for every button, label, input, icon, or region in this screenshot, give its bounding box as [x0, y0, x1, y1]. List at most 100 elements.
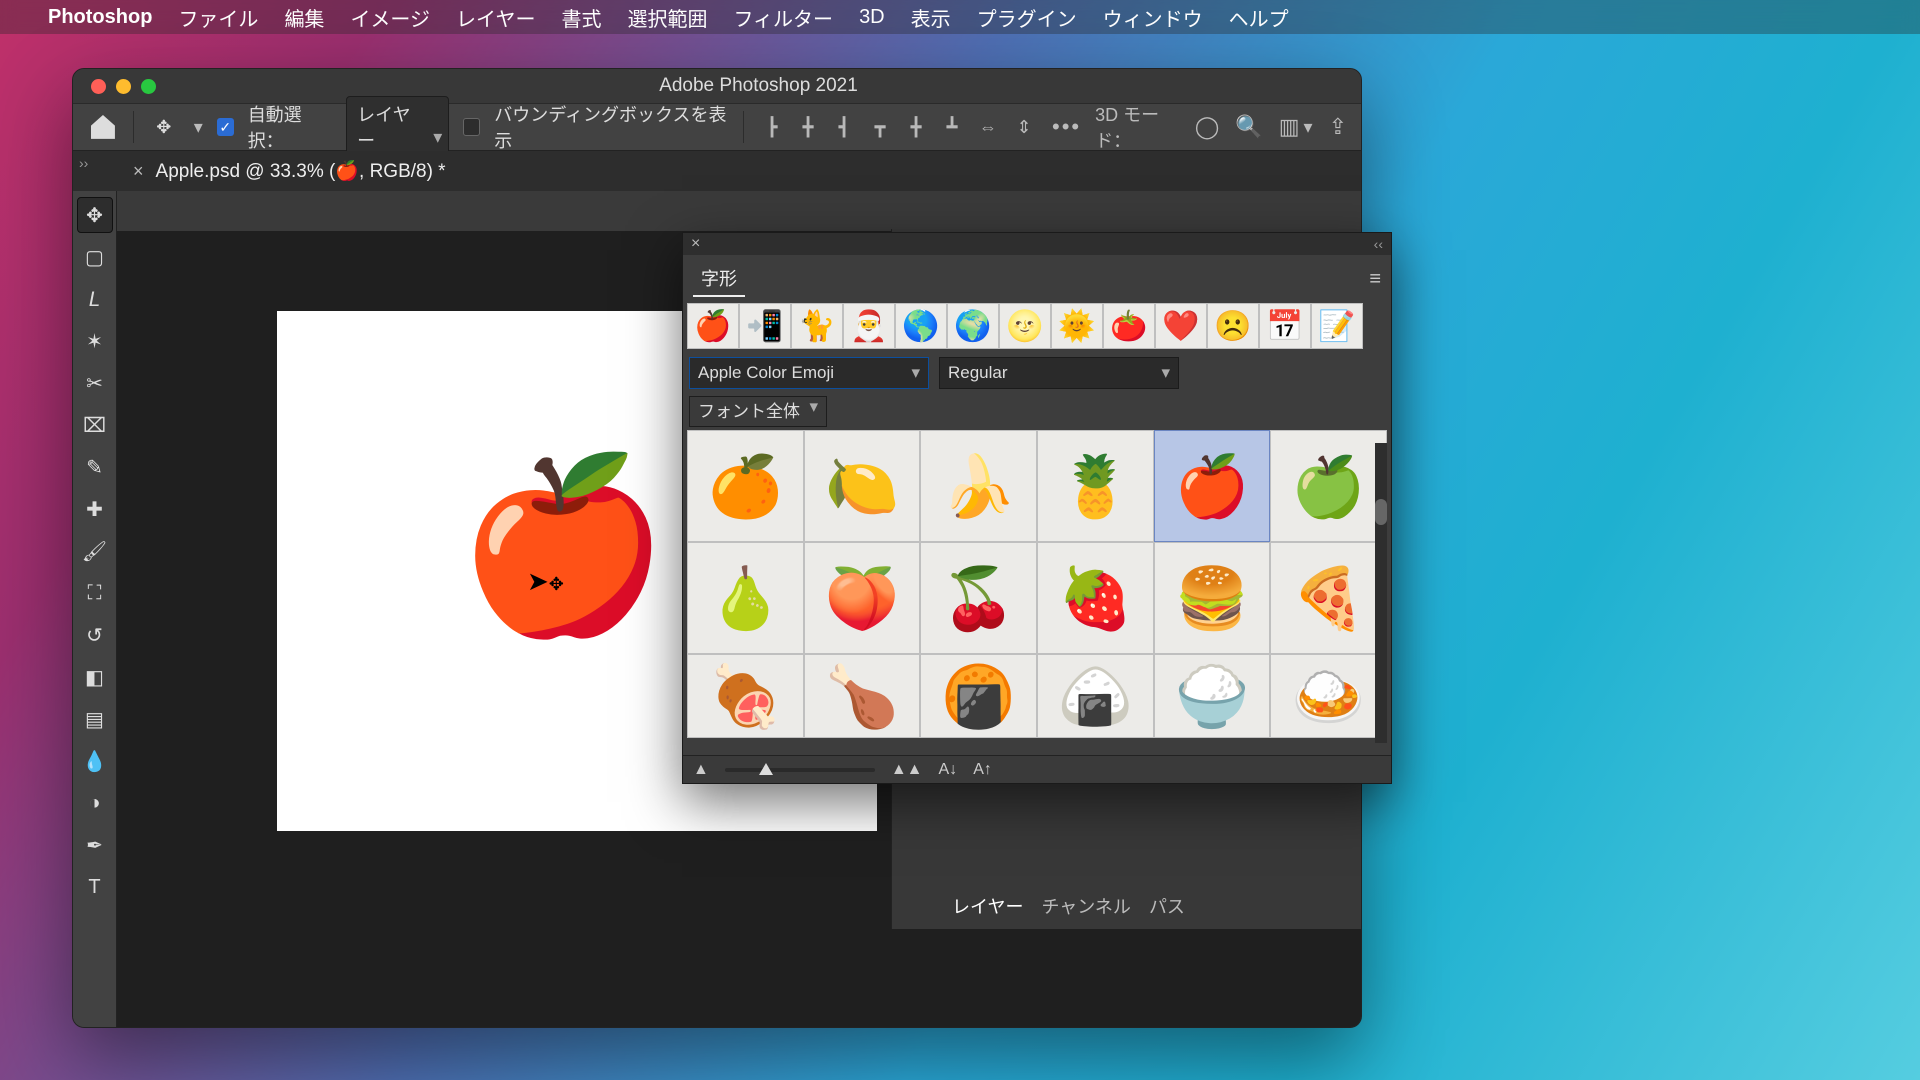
- auto-select-checkbox[interactable]: ✓: [217, 118, 234, 136]
- glyph-cell[interactable]: 🍓: [1037, 542, 1154, 654]
- canvas-artwork[interactable]: 🍎: [457, 461, 669, 631]
- distribute-v-icon[interactable]: ⇕: [1010, 113, 1038, 141]
- healing-tool[interactable]: ✚: [77, 491, 113, 527]
- menu-filter[interactable]: フィルター: [733, 3, 833, 32]
- recent-glyph[interactable]: 📝: [1311, 303, 1363, 349]
- recent-glyph[interactable]: ☹️: [1207, 303, 1259, 349]
- zoom-in-icon[interactable]: ▲▲: [891, 761, 923, 779]
- menu-help[interactable]: ヘルプ: [1229, 3, 1289, 32]
- recent-glyph[interactable]: 📅: [1259, 303, 1311, 349]
- align-hcenter-icon[interactable]: ╋: [794, 113, 822, 141]
- menu-3d[interactable]: 3D: [859, 6, 885, 29]
- gradient-tool[interactable]: ▤: [77, 701, 113, 737]
- collapse-left-icon[interactable]: ››: [79, 155, 88, 171]
- window-close-button[interactable]: [91, 79, 106, 94]
- glyph-cell[interactable]: 🍖: [687, 654, 804, 738]
- history-brush-tool[interactable]: ↺: [77, 617, 113, 653]
- orbit-3d-icon[interactable]: ◯: [1195, 114, 1220, 140]
- brush-tool[interactable]: 🖌: [77, 533, 113, 569]
- glyph-size-slider[interactable]: [725, 768, 875, 772]
- show-bbox-checkbox[interactable]: [463, 118, 480, 136]
- glyph-cell[interactable]: 🍔: [1154, 542, 1271, 654]
- menubar-app-name[interactable]: Photoshop: [48, 6, 152, 29]
- pen-tool[interactable]: ✒: [77, 827, 113, 863]
- menu-select[interactable]: 選択範囲: [627, 3, 707, 32]
- auto-select-target-select[interactable]: レイヤー: [346, 96, 449, 158]
- recent-glyph[interactable]: ❤️: [1155, 303, 1207, 349]
- dodge-tool[interactable]: ◑: [77, 785, 113, 821]
- menu-image[interactable]: イメージ: [350, 3, 430, 32]
- marquee-tool[interactable]: ▢: [77, 239, 113, 275]
- window-zoom-button[interactable]: [141, 79, 156, 94]
- font-subset-select[interactable]: フォント全体: [689, 396, 827, 427]
- tab-channels[interactable]: チャンネル: [1041, 893, 1130, 919]
- glyphs-tab-label[interactable]: 字形: [693, 261, 745, 297]
- glyph-cell[interactable]: 🍗: [804, 654, 921, 738]
- panel-collapse-icon[interactable]: ‹‹: [1374, 236, 1391, 252]
- menu-file[interactable]: ファイル: [178, 3, 258, 32]
- menu-view[interactable]: 表示: [911, 3, 951, 32]
- recent-glyph[interactable]: 🌝: [999, 303, 1051, 349]
- glyphs-panel-header[interactable]: × ‹‹: [683, 233, 1391, 255]
- align-bottom-icon[interactable]: ┻: [938, 113, 966, 141]
- glyph-cell[interactable]: 🍊: [687, 430, 804, 542]
- type-tool[interactable]: T: [77, 869, 113, 905]
- menu-edit[interactable]: 編集: [284, 3, 324, 32]
- move-tool-preset-icon[interactable]: ✥: [148, 110, 180, 144]
- glyph-cell[interactable]: 🍕: [1270, 542, 1387, 654]
- recent-glyph[interactable]: 🐈: [791, 303, 843, 349]
- glyphs-panel[interactable]: × ‹‹ 字形 ≡ 🍎📲🐈🎅🌎🌍🌝🌞🍅❤️☹️📅📝 Apple Color Em…: [682, 232, 1392, 784]
- recent-glyph[interactable]: 🍅: [1103, 303, 1155, 349]
- glyph-cell[interactable]: 🍌: [920, 430, 1037, 542]
- panel-close-icon[interactable]: ×: [683, 235, 708, 253]
- glyph-cell[interactable]: 🍎: [1154, 430, 1271, 542]
- recent-glyph[interactable]: 🌞: [1051, 303, 1103, 349]
- distribute-h-icon[interactable]: ⇔: [974, 113, 1002, 141]
- quick-select-tool[interactable]: ✶: [77, 323, 113, 359]
- window-titlebar[interactable]: Adobe Photoshop 2021: [73, 69, 1361, 103]
- recent-glyph[interactable]: 🍎: [687, 303, 739, 349]
- frame-tool[interactable]: ⌧: [77, 407, 113, 443]
- glyph-cell[interactable]: 🍙: [1037, 654, 1154, 738]
- menu-layer[interactable]: レイヤー: [456, 3, 535, 32]
- glyph-cell[interactable]: 🍐: [687, 542, 804, 654]
- glyph-cell[interactable]: 🍛: [1270, 654, 1387, 738]
- document-tab[interactable]: Apple.psd @ 33.3% (🍎, RGB/8) *: [156, 159, 446, 183]
- glyph-cell[interactable]: 🍘: [920, 654, 1037, 738]
- slider-knob[interactable]: [759, 763, 773, 775]
- workspace-icon[interactable]: ▥: [1279, 114, 1300, 140]
- stamp-tool[interactable]: ⛶: [77, 575, 113, 611]
- scale-up-icon[interactable]: A↑: [973, 761, 992, 779]
- blur-tool[interactable]: 💧: [77, 743, 113, 779]
- menu-plugins[interactable]: プラグイン: [977, 3, 1077, 32]
- recent-glyph[interactable]: 🎅: [843, 303, 895, 349]
- mac-menubar[interactable]: Photoshop ファイル 編集 イメージ レイヤー 書式 選択範囲 フィルタ…: [0, 0, 1920, 34]
- menu-type[interactable]: 書式: [561, 3, 601, 32]
- font-style-select[interactable]: Regular: [939, 357, 1179, 389]
- chevron-down-icon[interactable]: ▾: [1304, 117, 1313, 138]
- align-right-icon[interactable]: ┫: [830, 113, 858, 141]
- glyphs-scrollbar[interactable]: [1375, 443, 1387, 743]
- align-top-icon[interactable]: ┳: [866, 113, 894, 141]
- lasso-tool[interactable]: 𝘓: [77, 281, 113, 317]
- more-options-icon[interactable]: •••: [1052, 114, 1081, 140]
- glyph-cell[interactable]: 🍍: [1037, 430, 1154, 542]
- align-left-icon[interactable]: ┣: [758, 113, 786, 141]
- glyph-cell[interactable]: 🍑: [804, 542, 921, 654]
- panel-menu-icon[interactable]: ≡: [1369, 268, 1381, 291]
- recent-glyph[interactable]: 🌎: [895, 303, 947, 349]
- home-button[interactable]: [87, 110, 119, 144]
- glyph-cell[interactable]: 🍒: [920, 542, 1037, 654]
- move-tool[interactable]: ✥: [77, 197, 113, 233]
- recent-glyph[interactable]: 📲: [739, 303, 791, 349]
- window-minimize-button[interactable]: [116, 79, 131, 94]
- align-vcenter-icon[interactable]: ╋: [902, 113, 930, 141]
- zoom-out-icon[interactable]: ▲: [693, 761, 709, 779]
- search-icon[interactable]: 🔍: [1235, 114, 1262, 140]
- crop-tool[interactable]: ✂: [77, 365, 113, 401]
- recent-glyph[interactable]: 🌍: [947, 303, 999, 349]
- tab-layers[interactable]: レイヤー: [952, 893, 1023, 919]
- chevron-down-icon[interactable]: ▾: [194, 117, 203, 138]
- eraser-tool[interactable]: ◧: [77, 659, 113, 695]
- glyph-cell[interactable]: 🍏: [1270, 430, 1387, 542]
